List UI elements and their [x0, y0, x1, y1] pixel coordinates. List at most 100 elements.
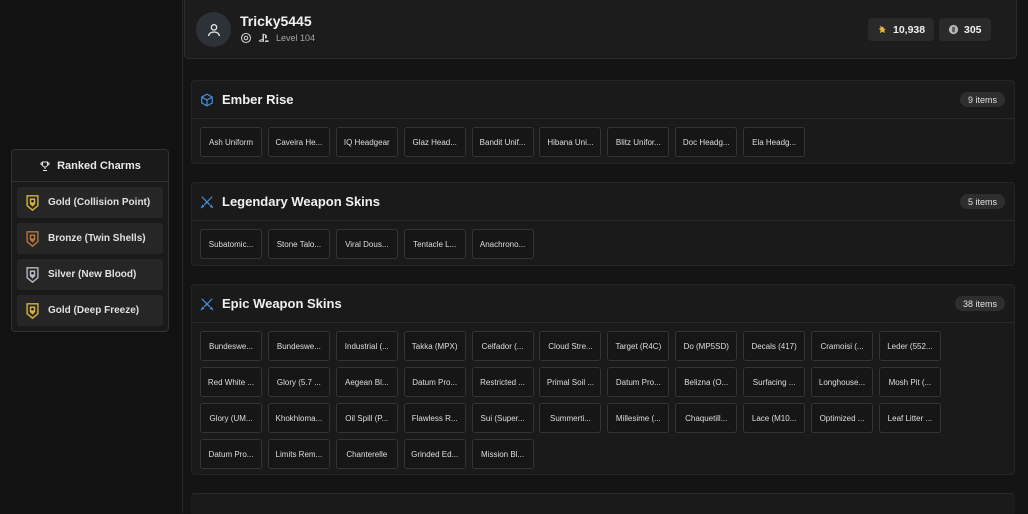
ranked-charms-panel: Ranked Charms Gold (Collision Point) Bro… [11, 149, 169, 332]
inventory-section: Legendary Weapon Skins 5 items Subatomic… [191, 182, 1015, 266]
item-grid: Ash Uniform Caveira He... IQ Headgear Glaz … [192, 119, 1014, 163]
inventory-section: Epic Weapon Skins 38 items Bundeswe... Bu… [191, 284, 1015, 475]
item-chip[interactable]: Anachrono... [471, 229, 534, 259]
section-header[interactable]: Legendary Weapon Skins 5 items [192, 183, 1014, 221]
next-section-header [191, 493, 1015, 514]
avatar[interactable] [196, 12, 231, 47]
item-chip[interactable]: Doc Headg... [675, 127, 738, 157]
item-chip[interactable]: IQ Headgear [335, 127, 398, 157]
item-chip[interactable]: Do (MP5SD) [675, 331, 738, 361]
gold-charm-icon [26, 194, 39, 211]
item-count-badge: 9 items [959, 92, 1005, 107]
item-chip[interactable]: Lace (M10... [743, 403, 806, 433]
platform-ubisoft-icon [240, 32, 252, 44]
gold-charm-icon [26, 302, 39, 319]
item-chip[interactable]: Datum Pro... [200, 439, 262, 469]
item-chip[interactable]: Datum Pro... [607, 367, 670, 397]
item-chip[interactable]: Subatomic... [200, 229, 262, 259]
item-chip[interactable]: Ela Headg... [743, 127, 806, 157]
r6-credits-icon [948, 24, 959, 35]
item-chip[interactable]: Industrial (... [335, 331, 398, 361]
item-chip[interactable]: Chanterelle [335, 439, 398, 469]
item-chip[interactable]: Stone Talo... [267, 229, 330, 259]
charm-label: Bronze (Twin Shells) [48, 233, 146, 244]
item-chip[interactable]: Flawless R... [403, 403, 466, 433]
charm-label: Silver (New Blood) [48, 269, 137, 280]
crossed-swords-icon [200, 297, 214, 311]
renown-amount: 10,938 [893, 23, 926, 36]
profile-meta: Level 104 [240, 32, 315, 44]
item-grid: Subatomic... Stone Talo... Viral Dous... Te… [192, 221, 1014, 265]
item-chip[interactable]: Cramoisi (... [811, 331, 874, 361]
charm-item[interactable]: Bronze (Twin Shells) [17, 223, 163, 254]
charm-item[interactable]: Gold (Deep Freeze) [17, 295, 163, 326]
item-chip[interactable]: Blitz Unifor... [607, 127, 670, 157]
ranked-charms-title: Ranked Charms [57, 159, 141, 172]
item-chip[interactable]: Red White ... [200, 367, 262, 397]
item-count-badge: 5 items [959, 194, 1005, 209]
item-chip[interactable]: Glaz Head... [403, 127, 466, 157]
item-chip[interactable]: Viral Dous... [335, 229, 398, 259]
credits-balance: 305 [939, 18, 991, 41]
item-chip[interactable]: Glory (5.7 ... [267, 367, 330, 397]
item-count-badge: 38 items [954, 296, 1005, 311]
item-chip[interactable]: Khokhloma... [267, 403, 330, 433]
main-content: Tricky5445 Level 104 10,938 305 Ember Ri… [182, 0, 1028, 514]
item-chip[interactable]: Cloud Stre... [539, 331, 602, 361]
silver-charm-icon [26, 266, 39, 283]
item-chip[interactable]: Surfacing ... [743, 367, 806, 397]
section-header[interactable]: Ember Rise 9 items [192, 81, 1014, 119]
item-chip[interactable]: Ash Uniform [200, 127, 262, 157]
charm-label: Gold (Collision Point) [48, 197, 151, 208]
charm-item[interactable]: Silver (New Blood) [17, 259, 163, 290]
item-chip[interactable]: Hibana Uni... [539, 127, 602, 157]
renown-icon [878, 25, 886, 34]
item-chip[interactable]: Sui (Super... [471, 403, 534, 433]
trophy-icon [40, 161, 50, 171]
item-chip[interactable]: Datum Pro... [403, 367, 466, 397]
crossed-swords-icon [200, 195, 214, 209]
section-title: Legendary Weapon Skins [222, 194, 380, 209]
item-chip[interactable]: Chaquetill... [675, 403, 738, 433]
item-chip[interactable]: Leaf Litter ... [878, 403, 941, 433]
item-chip[interactable]: Takka (MPX) [403, 331, 466, 361]
inventory-section: Ember Rise 9 items Ash Uniform Caveira He… [191, 80, 1015, 164]
charm-label: Gold (Deep Freeze) [48, 305, 140, 316]
item-chip[interactable]: Millesime (... [607, 403, 670, 433]
item-chip[interactable]: Tentacle L... [403, 229, 466, 259]
item-chip[interactable]: Primal Soil ... [539, 367, 602, 397]
item-chip[interactable]: Celfador (... [471, 331, 534, 361]
item-chip[interactable]: Bundeswe... [267, 331, 330, 361]
cube-icon [201, 92, 213, 107]
item-chip[interactable]: Target (R4C) [607, 331, 670, 361]
username: Tricky5445 [240, 13, 312, 29]
item-chip[interactable]: Caveira He... [267, 127, 330, 157]
item-chip[interactable]: Summerti... [539, 403, 602, 433]
item-chip[interactable]: Bundeswe... [200, 331, 262, 361]
player-level: Level 104 [276, 33, 316, 43]
bronze-charm-icon [26, 230, 39, 247]
item-chip[interactable]: Aegean Bl... [335, 367, 398, 397]
section-title: Epic Weapon Skins [222, 296, 342, 311]
profile-header: Tricky5445 Level 104 10,938 305 [184, 0, 1017, 59]
item-chip[interactable]: Bandit Unif... [471, 127, 534, 157]
item-chip[interactable]: Belizna (O... [675, 367, 738, 397]
item-chip[interactable]: Longhouse... [811, 367, 874, 397]
item-chip[interactable]: Limits Rem... [267, 439, 330, 469]
item-chip[interactable]: Glory (UM... [200, 403, 262, 433]
item-chip[interactable]: Mission Bl... [471, 439, 534, 469]
item-chip[interactable]: Oil Spill (P... [335, 403, 398, 433]
item-chip[interactable]: Restricted ... [471, 367, 534, 397]
renown-balance: 10,938 [868, 18, 935, 41]
item-chip[interactable]: Decals (417) [743, 331, 806, 361]
item-chip[interactable]: Grinded Ed... [403, 439, 466, 469]
charm-item[interactable]: Gold (Collision Point) [17, 187, 163, 218]
item-chip[interactable]: Leder (552... [878, 331, 941, 361]
playstation-icon [258, 33, 270, 43]
user-icon [207, 23, 220, 36]
item-chip[interactable]: Mosh Pit (... [878, 367, 941, 397]
section-title: Ember Rise [222, 92, 294, 107]
item-chip[interactable]: Optimized ... [811, 403, 874, 433]
item-grid: Bundeswe... Bundeswe... Industrial (... Tak… [192, 323, 1014, 475]
section-header[interactable]: Epic Weapon Skins 38 items [192, 285, 1014, 323]
